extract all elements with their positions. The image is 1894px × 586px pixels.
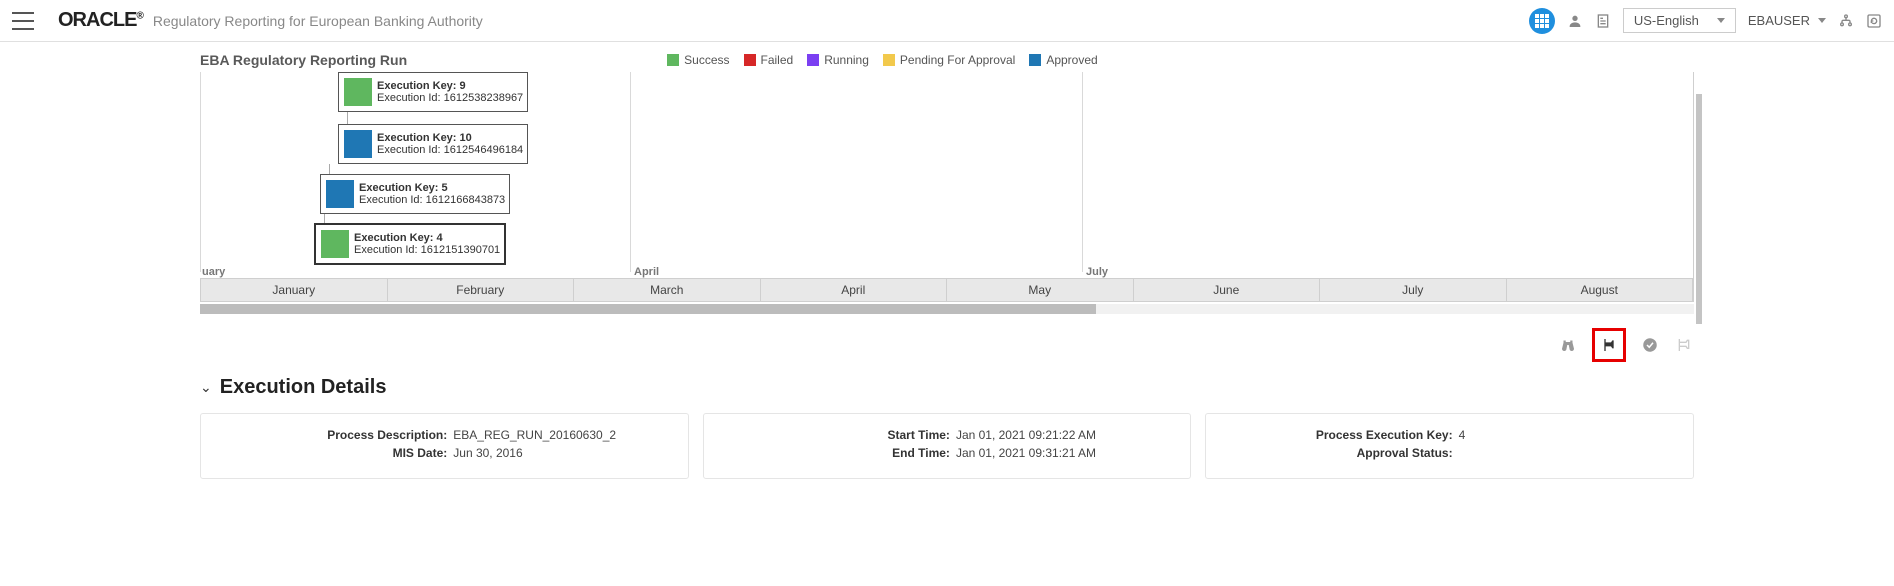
- document-icon[interactable]: [1595, 13, 1611, 29]
- status-color-icon: [344, 130, 372, 158]
- legend-item: Pending For Approval: [883, 53, 1015, 67]
- month-cell: May: [947, 279, 1134, 301]
- execution-details-toggle[interactable]: ⌄ Execution Details: [200, 376, 1694, 399]
- chart-title: EBA Regulatory Reporting Run: [200, 52, 407, 68]
- legend-item: Approved: [1029, 53, 1097, 67]
- value: EBA_REG_RUN_20160630_2: [453, 428, 667, 442]
- flag-button-highlight: [1592, 328, 1626, 362]
- hamburger-icon[interactable]: [12, 12, 34, 30]
- language-label: US-English: [1634, 13, 1699, 28]
- vertical-scrollbar[interactable]: [1696, 94, 1702, 324]
- grid-icon: [1535, 14, 1549, 28]
- section-title: Execution Details: [220, 376, 387, 399]
- execution-key: Execution Key: 4: [354, 232, 500, 244]
- month-cell: August: [1507, 279, 1693, 301]
- quarter-label: July: [1086, 266, 1108, 278]
- horizontal-scrollbar[interactable]: [200, 304, 1694, 314]
- month-cell: April: [761, 279, 948, 301]
- status-color-icon: [344, 78, 372, 106]
- legend-item: Running: [807, 53, 869, 67]
- app-header: ORACLE® Regulatory Reporting for Europea…: [0, 0, 1894, 42]
- actions-toolbar: [200, 328, 1694, 362]
- value: Jun 30, 2016: [453, 446, 667, 460]
- chevron-down-icon: ⌄: [200, 379, 212, 396]
- binoculars-icon[interactable]: [1558, 335, 1578, 355]
- month-cell: June: [1134, 279, 1321, 301]
- quarter-label: uary: [202, 266, 225, 278]
- chevron-down-icon: [1717, 18, 1725, 23]
- app-subtitle: Regulatory Reporting for European Bankin…: [153, 13, 483, 29]
- label: Process Execution Key:: [1226, 428, 1458, 442]
- legend-item: Failed: [744, 53, 794, 67]
- execution-box[interactable]: Execution Key: 10 Execution Id: 16125464…: [338, 124, 528, 164]
- month-cell: January: [201, 279, 388, 301]
- execution-key: Execution Key: 9: [377, 80, 523, 92]
- execution-box[interactable]: Execution Key: 5 Execution Id: 161216684…: [320, 174, 510, 214]
- execution-id: Execution Id: 1612538238967: [377, 92, 523, 104]
- value: [1459, 446, 1673, 460]
- language-selector[interactable]: US-English: [1623, 8, 1736, 33]
- flag-outline-icon[interactable]: [1674, 335, 1694, 355]
- details-card-process: Process Description:EBA_REG_RUN_20160630…: [200, 413, 689, 479]
- oracle-logo: ORACLE®: [58, 9, 143, 32]
- label: Approval Status:: [1226, 446, 1458, 460]
- execution-id: Execution Id: 1612546496184: [377, 144, 523, 156]
- month-cell: March: [574, 279, 761, 301]
- execution-id: Execution Id: 1612151390701: [354, 244, 500, 256]
- user-menu[interactable]: EBAUSER: [1748, 13, 1826, 28]
- status-color-icon: [321, 230, 349, 258]
- check-circle-icon[interactable]: [1640, 335, 1660, 355]
- label: Process Description:: [221, 428, 453, 442]
- execution-id: Execution Id: 1612166843873: [359, 194, 505, 206]
- execution-key: Execution Key: 5: [359, 182, 505, 194]
- user-label: EBAUSER: [1748, 13, 1810, 28]
- label: End Time:: [724, 446, 956, 460]
- value: Jan 01, 2021 09:31:21 AM: [956, 446, 1170, 460]
- refresh-icon[interactable]: [1866, 13, 1882, 29]
- label: Start Time:: [724, 428, 956, 442]
- month-cell: July: [1320, 279, 1507, 301]
- execution-box[interactable]: Execution Key: 9 Execution Id: 161253823…: [338, 72, 528, 112]
- value: Jan 01, 2021 09:21:22 AM: [956, 428, 1170, 442]
- user-icon[interactable]: [1567, 13, 1583, 29]
- month-axis: JanuaryFebruaryMarchAprilMayJuneJulyAugu…: [200, 278, 1693, 302]
- execution-key: Execution Key: 10: [377, 132, 523, 144]
- chevron-down-icon: [1818, 18, 1826, 23]
- month-cell: February: [388, 279, 575, 301]
- flag-solid-icon[interactable]: [1599, 335, 1619, 355]
- legend-item: Success: [667, 53, 729, 67]
- details-card-status: Process Execution Key:4 Approval Status:: [1205, 413, 1694, 479]
- timeline-chart[interactable]: uary April July Execution Key: 9 Executi…: [200, 72, 1694, 302]
- label: MIS Date:: [221, 446, 453, 460]
- status-color-icon: [326, 180, 354, 208]
- details-card-time: Start Time:Jan 01, 2021 09:21:22 AM End …: [703, 413, 1192, 479]
- execution-box[interactable]: Execution Key: 4 Execution Id: 161215139…: [315, 224, 505, 264]
- quarter-label: April: [634, 266, 659, 278]
- hierarchy-icon[interactable]: [1838, 13, 1854, 29]
- app-launcher-button[interactable]: [1529, 8, 1555, 34]
- value: 4: [1459, 428, 1673, 442]
- chart-legend: Success Failed Running Pending For Approval…: [667, 53, 1098, 67]
